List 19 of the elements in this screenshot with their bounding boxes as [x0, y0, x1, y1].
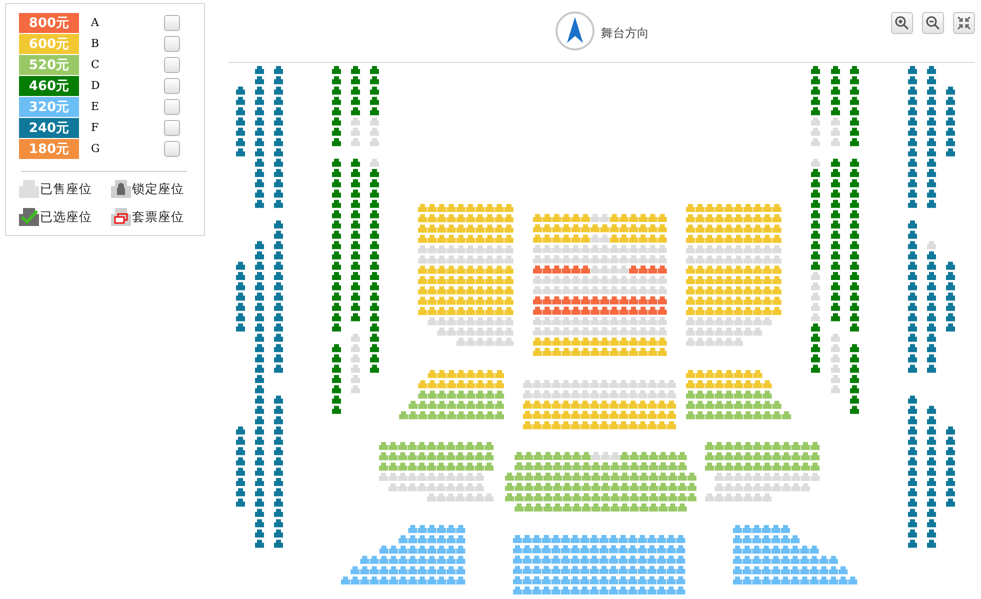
legend-label: 锁定座位 [132, 180, 184, 198]
price-tag: 800元 [19, 12, 79, 32]
price-tag: 460元 [19, 76, 79, 96]
price-tag: 320元 [19, 96, 79, 116]
price-code: A [91, 16, 100, 29]
price-code: B [91, 37, 100, 50]
price-tag: 180元 [19, 138, 79, 158]
stage-direction-label: 舞台方向 [601, 24, 649, 42]
legend-label: 套票座位 [132, 208, 184, 226]
price-tag: 240元 [19, 118, 79, 138]
price-code: E [91, 100, 100, 113]
price-tag: 600元 [19, 34, 79, 54]
price-code: G [91, 142, 101, 155]
price-tag: 520元 [19, 54, 79, 74]
legend-label: 已选座位 [40, 208, 92, 226]
price-code: D [91, 79, 101, 92]
price-code: F [91, 121, 100, 134]
price-code: C [91, 58, 100, 71]
legend-label: 已售座位 [40, 180, 92, 198]
